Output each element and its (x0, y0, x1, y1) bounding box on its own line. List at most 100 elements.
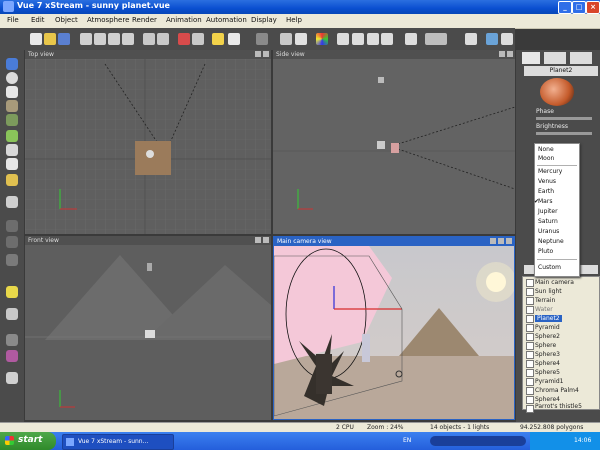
menu-object[interactable]: Object (55, 16, 78, 24)
clouds-icon[interactable] (228, 33, 240, 45)
properties-tab[interactable] (522, 52, 540, 64)
list-item[interactable]: Pyramid (535, 324, 560, 331)
object-name-field[interactable]: Planet2 (524, 66, 598, 76)
list-item[interactable]: Sphere5 (535, 369, 560, 376)
sphere-tool-icon[interactable] (6, 72, 18, 84)
dropdown-item-moon[interactable]: Moon (538, 155, 576, 162)
open-icon[interactable] (44, 33, 56, 45)
dropdown-item-mars[interactable]: Mars (538, 198, 576, 205)
move-tool-icon[interactable] (280, 33, 292, 45)
dropdown-item-earth[interactable]: Earth (538, 188, 576, 195)
maximize-viewport-icon[interactable] (255, 51, 261, 57)
material-icon[interactable] (6, 350, 18, 362)
dropdown-item-custom[interactable]: Custom (538, 264, 576, 271)
metablob-tool-icon[interactable] (6, 236, 18, 248)
new-icon[interactable] (30, 33, 42, 45)
rotate-tool-icon[interactable] (295, 33, 307, 45)
redo-icon[interactable] (157, 33, 169, 45)
terrain-tool-icon[interactable] (6, 100, 18, 112)
close-button[interactable]: × (586, 1, 600, 14)
viewport-menu-icon[interactable] (263, 51, 269, 57)
maximize-button[interactable]: □ (572, 1, 586, 14)
main-camera-viewport[interactable]: Main camera view (273, 236, 515, 420)
menu-render[interactable]: Render (132, 16, 157, 24)
phase-slider[interactable] (536, 117, 592, 120)
viewport-menu-icon[interactable] (263, 237, 269, 243)
front-viewport[interactable]: Front view (25, 236, 271, 420)
list-item[interactable]: Chroma Palm4 (535, 387, 579, 394)
list-item[interactable]: Sphere (535, 342, 556, 349)
media-player-toolbar[interactable] (430, 436, 526, 446)
dropdown-item-saturn[interactable]: Saturn (538, 218, 576, 225)
group-tool-icon[interactable] (6, 254, 18, 266)
top-viewport[interactable]: Top view (25, 50, 271, 234)
dropdown-item-venus[interactable]: Venus (538, 178, 576, 185)
select-tool-icon[interactable] (6, 58, 18, 70)
side-viewport[interactable]: Side view (273, 50, 515, 234)
color-icon[interactable] (316, 33, 328, 45)
boolean-tool-icon[interactable] (6, 220, 18, 232)
undo-icon[interactable] (143, 33, 155, 45)
start-button[interactable]: start (0, 432, 56, 450)
camera-play-icon[interactable] (490, 238, 496, 244)
save-icon[interactable] (58, 33, 70, 45)
spot-light-icon[interactable] (6, 308, 18, 320)
primitive-tool-icon[interactable] (6, 196, 18, 208)
list-item-selected[interactable]: Planet2 (535, 315, 562, 322)
dropdown-item-mercury[interactable]: Mercury (538, 168, 576, 175)
list-item[interactable]: Sphere4 (535, 396, 560, 403)
maximize-viewport-icon[interactable] (499, 51, 505, 57)
menu-edit[interactable]: Edit (31, 16, 45, 24)
minimize-button[interactable]: _ (558, 1, 572, 14)
zoom-area-icon[interactable] (352, 33, 364, 45)
object-icon[interactable] (256, 33, 268, 45)
dropdown-item-pluto[interactable]: Pluto (538, 248, 576, 255)
maximize-viewport-icon[interactable] (255, 237, 261, 243)
dropdown-item-uranus[interactable]: Uranus (538, 228, 576, 235)
render-icon[interactable] (178, 33, 190, 45)
maximize-viewport-icon[interactable] (506, 238, 512, 244)
language-indicator[interactable]: EN (403, 437, 411, 444)
list-item[interactable]: Sun light (535, 288, 562, 295)
layers-icon[interactable] (465, 33, 477, 45)
render-preview-icon[interactable] (6, 372, 18, 384)
stats-icon[interactable] (6, 334, 18, 346)
info-tab[interactable] (570, 52, 592, 64)
cut-icon[interactable] (80, 33, 92, 45)
tree-tool-icon[interactable] (6, 130, 18, 142)
layers-tab[interactable] (544, 52, 566, 64)
delete-icon[interactable] (122, 33, 134, 45)
list-item[interactable]: Terrain (535, 297, 555, 304)
list-item[interactable]: Sphere2 (535, 333, 560, 340)
sun-light-icon[interactable] (6, 286, 18, 298)
menu-help[interactable]: Help (286, 16, 302, 24)
zoom-in-icon[interactable] (367, 33, 379, 45)
timeline-icon[interactable] (425, 33, 447, 45)
menu-animation[interactable]: Animation (166, 16, 202, 24)
menu-automation[interactable]: Automation (206, 16, 247, 24)
taskbar-item-vue[interactable]: Vue 7 xStream - sunn... (62, 434, 174, 450)
dropdown-item-neptune[interactable]: Neptune (538, 238, 576, 245)
zoom-fit-icon[interactable] (337, 33, 349, 45)
menu-atmosphere[interactable]: Atmosphere (87, 16, 129, 24)
viewport-menu-icon[interactable] (507, 51, 513, 57)
dropdown-item-jupiter[interactable]: Jupiter (538, 208, 576, 215)
water-tool-icon[interactable] (6, 144, 18, 156)
camera-settings-icon[interactable] (498, 238, 504, 244)
list-item[interactable]: Pyramid1 (535, 378, 563, 385)
render-area-icon[interactable] (192, 33, 204, 45)
light-tool-icon[interactable] (6, 174, 18, 186)
list-item[interactable]: Sphere3 (535, 351, 560, 358)
list-item[interactable]: Parrot's thistle5 (535, 403, 582, 410)
zoom-out-icon[interactable] (381, 33, 393, 45)
list-item[interactable]: Water (535, 306, 553, 313)
atmosphere-icon[interactable] (212, 33, 224, 45)
text-tool-icon[interactable] (6, 86, 18, 98)
menu-display[interactable]: Display (251, 16, 277, 24)
cloud-tool-icon[interactable] (6, 158, 18, 170)
brightness-slider[interactable] (536, 132, 592, 135)
menu-file[interactable]: File (7, 16, 19, 24)
copy-icon[interactable] (94, 33, 106, 45)
world-browser-icon[interactable] (486, 33, 498, 45)
camera-icon[interactable] (405, 33, 417, 45)
